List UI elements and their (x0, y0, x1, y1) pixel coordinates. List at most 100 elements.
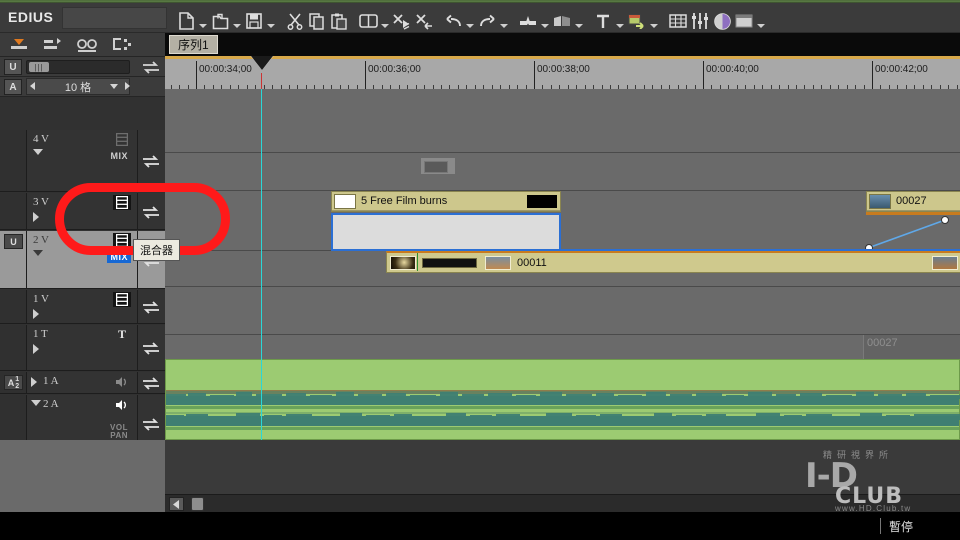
keyframe-graph-00027[interactable] (865, 215, 960, 252)
snap-toggle-button[interactable]: A (4, 79, 22, 95)
track-swap-icon-4v[interactable] (141, 154, 161, 168)
track-source-channel-1a[interactable]: A12 (4, 375, 23, 390)
timeline-zoom-thumb[interactable]: ||| (29, 62, 49, 72)
scroll-left-button[interactable] (169, 497, 184, 511)
clip-00027-video[interactable]: 00027 (866, 191, 960, 212)
track-header-3v[interactable]: 3 V (0, 193, 165, 230)
track-mixer-button-4v[interactable]: MIX (107, 150, 131, 162)
track-expand-toggle-1t[interactable] (33, 344, 39, 354)
track-expand-toggle-4v[interactable] (33, 149, 43, 155)
redo-icon[interactable] (476, 8, 498, 34)
window-layout-icon[interactable] (733, 8, 755, 34)
track-lock-col-2v[interactable]: U (0, 231, 27, 288)
clip-00011[interactable]: 00011 (386, 251, 960, 273)
track-expand-toggle-3v[interactable] (33, 212, 39, 222)
clip-5-free-film-burns[interactable]: 5 Free Film burns (331, 191, 561, 212)
transition-caret[interactable] (573, 8, 585, 34)
undo-icon[interactable] (442, 8, 464, 34)
track-video-toggle-2v[interactable] (113, 233, 131, 248)
delete-left-icon[interactable] (413, 8, 435, 34)
track-lock-col-1v[interactable] (0, 290, 27, 323)
track-swap-icon-2a[interactable] (141, 417, 161, 431)
export-caret[interactable] (648, 8, 660, 34)
copy-icon[interactable] (306, 8, 328, 34)
color-wheel-icon[interactable] (711, 8, 733, 34)
group-icon[interactable] (110, 36, 132, 54)
export-icon[interactable] (626, 8, 648, 34)
track-swap-icon-1t[interactable] (141, 341, 161, 355)
project-name-field[interactable] (62, 7, 167, 29)
track-name-col-1t[interactable]: 1 T T (27, 325, 138, 370)
keyframe-point-end[interactable] (941, 216, 949, 224)
track-source-channel-2v[interactable]: U (4, 234, 23, 249)
track-video-toggle-1t[interactable]: T (113, 327, 131, 342)
razor-caret[interactable] (539, 8, 551, 34)
title-icon[interactable] (592, 8, 614, 34)
track-swap-col-1t[interactable] (138, 325, 165, 370)
track-mixer-button-2v[interactable]: MIX (107, 251, 131, 263)
track-expand-toggle-1v[interactable] (33, 309, 39, 319)
timeline-canvas[interactable]: 00:00:34;00 00:00:36;00 00:00:38;00 00:00:4… (165, 56, 960, 440)
track-name-col-2v[interactable]: 2 V MIX (27, 231, 138, 288)
unit-prev-arrow-icon[interactable] (30, 82, 35, 90)
delete-in-out-icon[interactable] (391, 8, 413, 34)
lane-1a[interactable] (165, 335, 960, 359)
track-swap-col-4v[interactable] (138, 130, 165, 191)
lane-2v[interactable] (165, 191, 960, 251)
redo-caret[interactable] (498, 8, 510, 34)
matrix-icon[interactable] (667, 8, 689, 34)
paste-icon[interactable] (328, 8, 350, 34)
new-project-icon[interactable] (175, 8, 197, 34)
track-name-col-4v[interactable]: 4 V MIX (27, 130, 138, 191)
playhead-marker[interactable] (251, 56, 273, 70)
track-lock-col-4v[interactable] (0, 130, 27, 191)
track-lock-col-1t[interactable] (0, 325, 27, 370)
track-expand-toggle-2v[interactable] (33, 250, 43, 256)
track-name-col-1a[interactable]: 1 A (27, 372, 138, 393)
clip-3v-small[interactable] (420, 157, 456, 175)
scroll-thumb[interactable] (191, 497, 204, 511)
track-video-toggle-3v[interactable] (113, 195, 131, 210)
track-swap-col-1a[interactable] (138, 372, 165, 393)
open-project-icon[interactable] (209, 8, 231, 34)
lane-4v[interactable] (165, 89, 960, 153)
track-video-toggle-1v[interactable] (113, 292, 131, 307)
track-lock-col-3v[interactable] (0, 193, 27, 229)
save-project-icon[interactable] (243, 8, 265, 34)
title-caret[interactable] (614, 8, 626, 34)
track-swap-icon-1a[interactable] (141, 376, 161, 390)
track-lock-col-1a[interactable]: A12 (0, 372, 27, 393)
ripple-icon[interactable] (42, 36, 64, 54)
track-audio-mute-1a[interactable] (113, 374, 131, 389)
undo-caret[interactable] (464, 8, 476, 34)
track-audio-mute-2a[interactable] (113, 397, 131, 412)
clip-2v-mixer-region[interactable] (331, 213, 561, 251)
track-name-col-1v[interactable]: 1 V (27, 290, 138, 323)
fit-to-window-button[interactable]: U (4, 59, 22, 75)
window-layout-caret[interactable] (755, 8, 767, 34)
track-header-1t[interactable]: 1 T T (0, 325, 165, 371)
add-clip-icon[interactable] (357, 8, 379, 34)
track-header-1v[interactable]: 1 V (0, 290, 165, 324)
unit-next-arrow-icon[interactable] (125, 82, 130, 90)
track-swap-icon-1v[interactable] (141, 300, 161, 314)
track-swap-col-3v[interactable] (138, 193, 165, 229)
audio-waveform-clip[interactable] (165, 359, 960, 440)
track-expand-toggle-1a[interactable] (31, 377, 37, 387)
tab-sequence-1[interactable]: 序列1 (169, 35, 218, 54)
cut-icon[interactable] (284, 8, 306, 34)
marker-in-icon[interactable] (8, 36, 30, 54)
lane-1t[interactable] (165, 287, 960, 335)
open-project-caret[interactable] (231, 8, 243, 34)
link-icon[interactable] (76, 36, 98, 54)
unit-dropdown-arrow-icon[interactable] (110, 84, 118, 89)
add-clip-caret[interactable] (379, 8, 391, 34)
timeline-zoom-slider[interactable]: ||| (26, 60, 130, 74)
timeline-horizontal-scrollbar[interactable] (165, 494, 960, 512)
transition-icon[interactable] (551, 8, 573, 34)
save-project-caret[interactable] (265, 8, 277, 34)
track-expand-toggle-2a[interactable] (31, 400, 41, 406)
timeline-ruler[interactable]: 00:00:34;00 00:00:36;00 00:00:38;00 00:00:4… (165, 56, 960, 89)
new-project-caret[interactable] (197, 8, 209, 34)
track-name-col-3v[interactable]: 3 V (27, 193, 138, 229)
